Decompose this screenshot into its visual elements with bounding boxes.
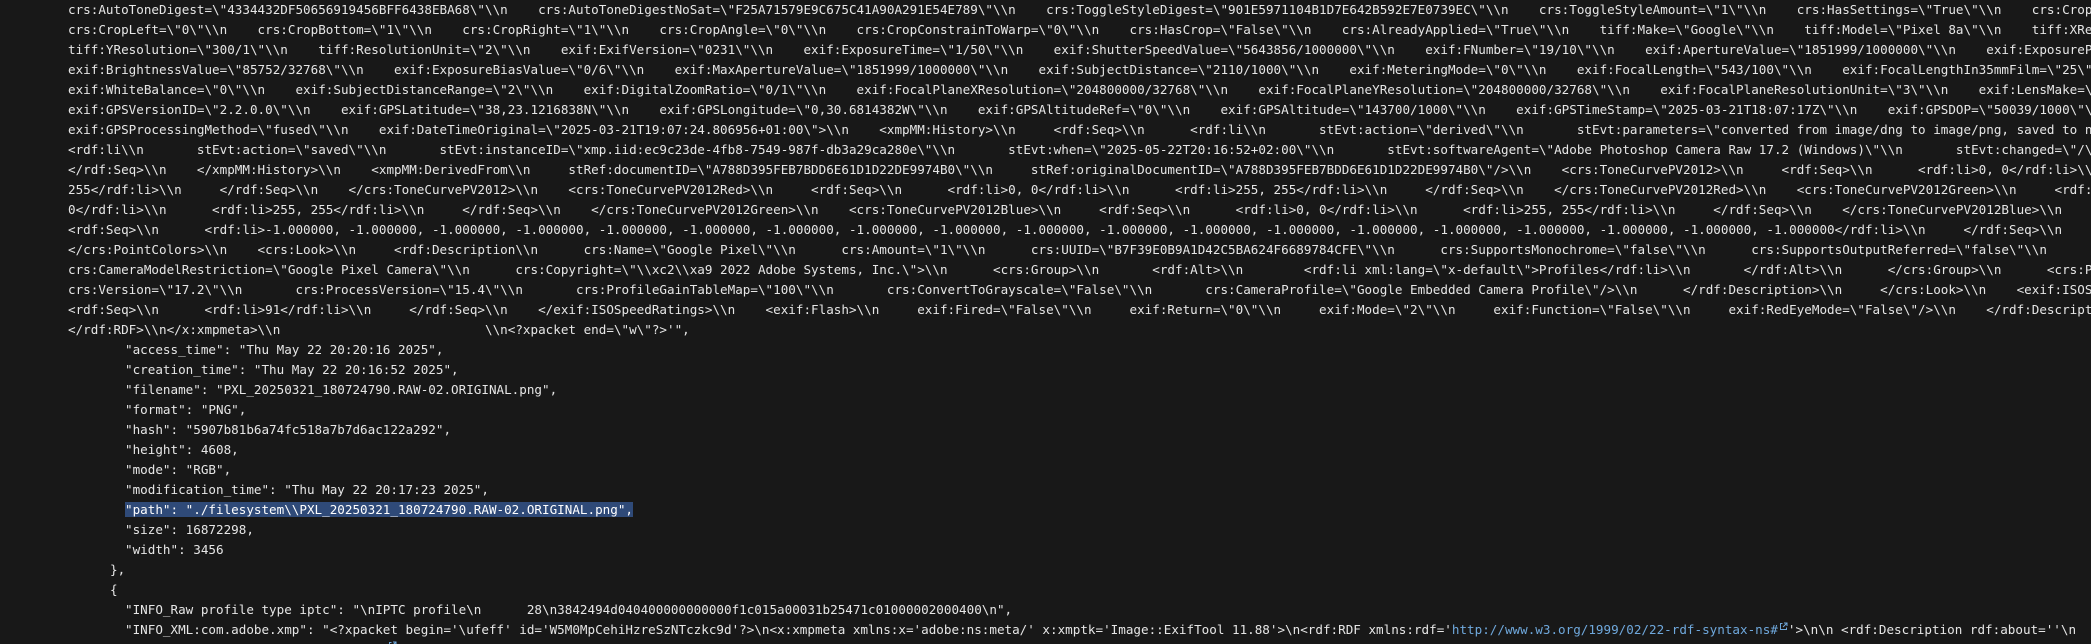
height-field: "height": 4608, [125,442,239,457]
metadata-line: exif:WhiteBalance=\"0\"\\n exif:SubjectD… [68,82,2091,97]
json-output-viewer: crs:AutoToneDigest=\"4334432DF5065691945… [0,0,2091,644]
info-xml-suffix: '>\n\n <rdf:Description rdf:about=''\n [1787,622,2077,637]
metadata-line: </rdf:Seq>\\n </xmpMM:History>\\n <xmpMM… [68,162,2091,177]
creation-time-field: "creation_time": "Thu May 22 20:16:52 20… [125,362,459,377]
info-xml-prefix: "INFO_XML:com.adobe.xmp": "<?xpacket beg… [125,622,1452,637]
modification-time-field: "modification_time": "Thu May 22 20:17:2… [125,482,489,497]
object-open-brace: { [110,582,118,597]
metadata-line: </crs:PointColors>\\n <crs:Look>\\n <rdf… [68,242,2047,257]
path-field[interactable]: "path": "./filesystem\\PXL_20250321_1807… [125,500,634,520]
object-close-brace: }, [110,562,126,577]
rdf-namespace-link[interactable]: http://www.w3.org/1999/02/22-rdf-syntax-… [1452,622,1778,637]
metadata-line: <rdf:Seq>\\n <rdf:li>91</rdf:li>\\n </rd… [68,302,2091,317]
path-comma: , [625,502,634,517]
metadata-line: tiff:YResolution=\"300/1\"\\n tiff:Resol… [68,42,2091,57]
hash-field: "hash": "5907b81b6a74fc518a7b7d6ac122a29… [125,422,452,437]
external-link-icon[interactable] [388,638,397,644]
mode-field: "mode": "RGB", [125,462,232,477]
metadata-line: <rdf:li\\n stEvt:action=\"saved\"\\n stE… [68,142,2091,157]
size-field: "size": 16872298, [125,522,254,537]
metadata-line: <rdf:Seq>\\n <rdf:li>-1.000000, -1.00000… [68,222,2063,237]
path-selected-text[interactable]: "path": "./filesystem\\PXL_20250321_1807… [125,502,626,517]
metadata-line: 255</rdf:li>\\n </rdf:Seq>\\n </crs:Tone… [68,182,2091,197]
width-field: "width": 3456 [125,542,224,557]
metadata-line: crs:AutoToneDigest=\"4334432DF5065691945… [68,2,2091,17]
metadata-line: crs:CameraModelRestriction=\"Google Pixe… [68,262,2091,277]
filename-field: "filename": "PXL_20250321_180724790.RAW-… [125,382,558,397]
info-raw-iptc-field: "INFO_Raw profile type iptc": "\nIPTC pr… [125,602,1013,617]
metadata-line: 0</rdf:li>\\n <rdf:li>255, 255</rdf:li>\… [68,202,2091,217]
metadata-line: </rdf:RDF>\\n</x:xmpmeta>\\n \\n<?xpacke… [68,322,690,337]
metadata-line: exif:GPSProcessingMethod=\"fused\"\\n ex… [68,122,2091,137]
metadata-line: crs:Version=\"17.2\"\\n crs:ProcessVersi… [68,282,2091,297]
info-xml-field: "INFO_XML:com.adobe.xmp": "<?xpacket beg… [125,620,2076,640]
format-field: "format": "PNG", [125,402,247,417]
metadata-line: crs:CropLeft=\"0\"\\n crs:CropBottom=\"1… [68,22,2091,37]
metadata-line: exif:BrightnessValue=\"85752/32768\"\\n … [68,62,2091,77]
metadata-line: exif:GPSVersionID=\"2.2.0.0\"\\n exif:GP… [68,102,2091,117]
external-link-icon[interactable] [1779,622,1788,631]
access-time-field: "access_time": "Thu May 22 20:20:16 2025… [125,342,444,357]
